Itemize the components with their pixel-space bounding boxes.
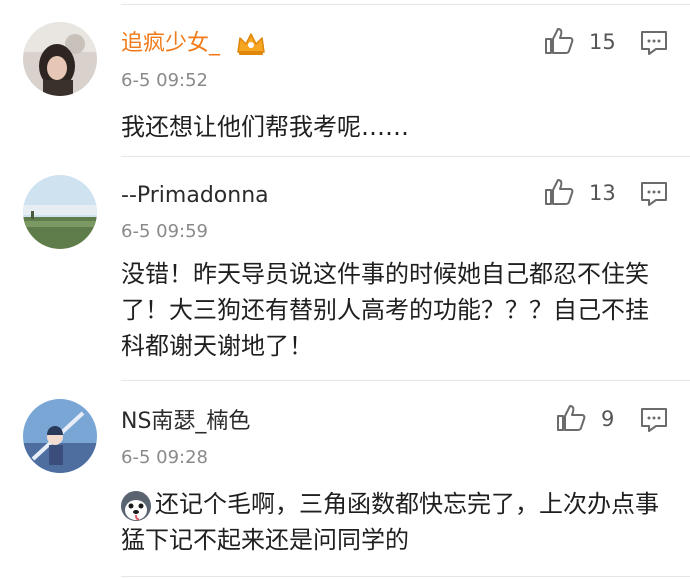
comment-text: 还记个毛啊，三角函数都快忘完了，上次办点事猛下记不起来还是问同学的: [121, 490, 659, 554]
timestamp: 6-5 09:28: [121, 447, 208, 468]
comment-text: 没错！昨天导员说这件事的时候她自己都忍不住笑了！大三狗还有替别人高考的功能？？？…: [121, 260, 649, 360]
avatar[interactable]: [23, 22, 97, 96]
timestamp: 6-5 09:52: [121, 70, 208, 91]
avatar[interactable]: [23, 175, 97, 249]
username[interactable]: 追疯少女_: [121, 30, 220, 58]
comment-bubble-icon[interactable]: [640, 407, 668, 437]
comment-bubble-icon[interactable]: [640, 181, 668, 211]
avatar[interactable]: [23, 399, 97, 473]
like-count: 13: [589, 181, 616, 205]
comment-item-3: NS南瑟_楠色 6-5 09:28 9 还记个毛啊，三角函数都快忘完了，上次办点…: [0, 381, 690, 579]
comment-bubble-icon[interactable]: [640, 30, 668, 60]
comment-text: 我还想让他们帮我考呢……: [121, 113, 409, 141]
divider: [121, 576, 690, 577]
thumbs-up-icon[interactable]: [544, 178, 574, 210]
timestamp: 6-5 09:59: [121, 221, 208, 242]
username[interactable]: --Primadonna: [121, 182, 269, 210]
thumbs-up-icon[interactable]: [556, 404, 586, 436]
comment-item-1: 追疯少女_ 6-5 09:52 15 我还想让他们帮我考呢……: [0, 0, 690, 155]
like-count: 9: [601, 407, 615, 431]
username[interactable]: NS南瑟_楠色: [121, 408, 250, 436]
comment-item-2: --Primadonna 6-5 09:59 13 没错！昨天导员说这件事的时候…: [0, 157, 690, 379]
like-count: 15: [589, 30, 616, 54]
crown-icon: [235, 30, 267, 62]
thumbs-up-icon[interactable]: [544, 27, 574, 59]
